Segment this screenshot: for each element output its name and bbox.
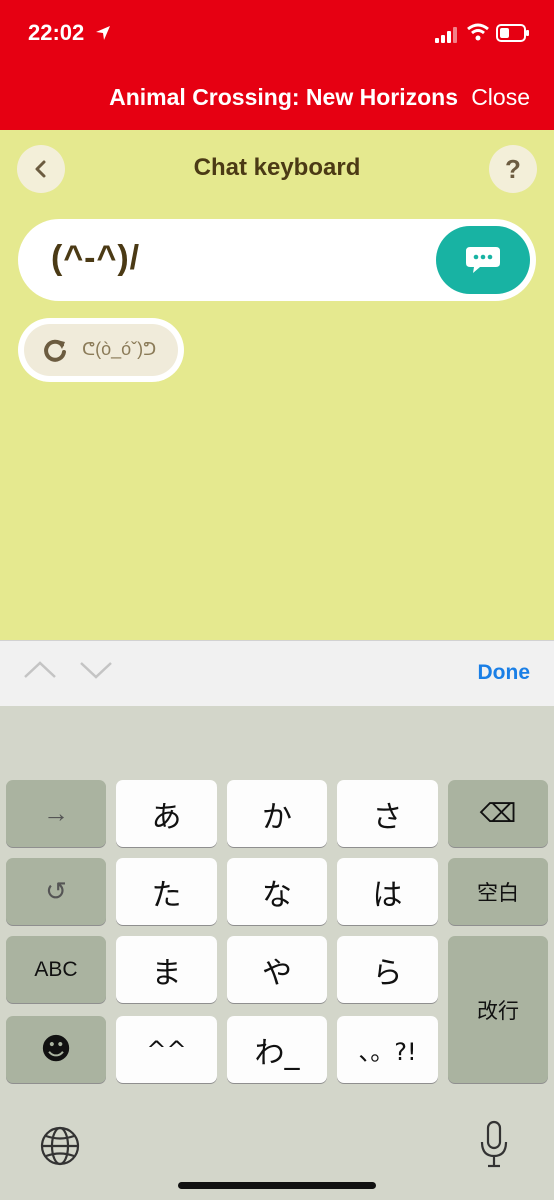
key-undo[interactable]: ↺	[6, 858, 106, 925]
key-return[interactable]: 改行	[448, 936, 548, 1083]
chat-input[interactable]: (^-^)/	[18, 219, 536, 301]
key-ra[interactable]: ら	[337, 936, 438, 1003]
recent-suggestion-inner[interactable]: ᕦ(ò_óˇ)ᕤ	[24, 324, 178, 376]
chevron-down-icon[interactable]	[78, 659, 114, 681]
chat-bubble-icon	[466, 247, 500, 273]
recent-suggestion[interactable]: ᕦ(ò_óˇ)ᕤ	[18, 318, 184, 382]
nav-title: Animal Crossing: New Horizons	[109, 84, 458, 110]
chevron-up-icon[interactable]	[22, 659, 58, 681]
key-punctuation[interactable]: 、。?!	[337, 1016, 438, 1083]
refresh-icon	[44, 339, 66, 362]
key-wa[interactable]: わ_	[227, 1016, 327, 1083]
key-a[interactable]: あ	[116, 780, 217, 847]
key-next[interactable]: →	[6, 780, 106, 847]
home-indicator	[178, 1182, 376, 1189]
key-sa[interactable]: さ	[337, 780, 438, 847]
wifi-icon	[467, 23, 489, 41]
battery-icon	[496, 24, 529, 42]
microphone-icon[interactable]	[478, 1120, 510, 1170]
done-button[interactable]: Done	[478, 661, 531, 685]
key-ya[interactable]: や	[227, 936, 327, 1003]
key-ha[interactable]: は	[337, 858, 438, 925]
key-space[interactable]: 空白	[448, 858, 548, 925]
suggestion-text: ᕦ(ò_óˇ)ᕤ	[82, 339, 157, 359]
page-title: Chat keyboard	[193, 154, 361, 181]
keyboard-toolbar: Done	[0, 640, 554, 706]
japanese-keyboard: → あ か さ ⌫ ↺ た な は 空白 ABC ま や ら 改行 ☻ ^^ わ…	[0, 706, 554, 1200]
status-time: 22:02	[28, 20, 85, 45]
key-kaomoji[interactable]: ^^	[116, 1016, 217, 1083]
help-button[interactable]: ?	[489, 145, 537, 193]
key-emoji[interactable]: ☻	[6, 1016, 106, 1083]
top-bar: 22:02 Animal Crossing: New Horizons Clos…	[0, 0, 554, 130]
key-abc[interactable]: ABC	[6, 936, 106, 1003]
key-ka[interactable]: か	[227, 780, 327, 847]
signal-icon	[435, 27, 457, 43]
location-arrow-icon	[96, 26, 110, 40]
close-button[interactable]: Close	[471, 84, 530, 111]
chat-input-value[interactable]: (^-^)/	[51, 239, 140, 278]
key-ma[interactable]: ま	[116, 936, 217, 1003]
key-na[interactable]: な	[227, 858, 327, 925]
key-backspace[interactable]: ⌫	[448, 780, 548, 847]
key-ta[interactable]: た	[116, 858, 217, 925]
globe-icon[interactable]	[38, 1124, 82, 1168]
send-button[interactable]	[436, 226, 530, 294]
